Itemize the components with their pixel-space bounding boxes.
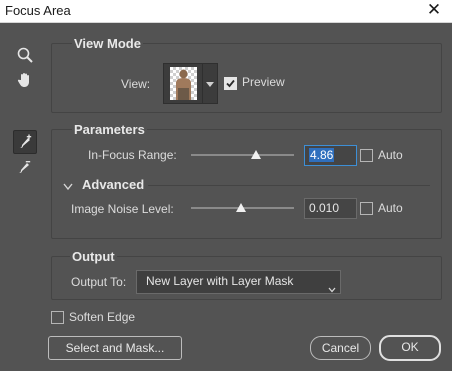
chevron-down-icon [328, 279, 336, 293]
view-mode-dropdown-toggle[interactable] [202, 63, 218, 104]
checkmark-icon [226, 79, 235, 88]
in-focus-range-input[interactable]: 4.86 [304, 145, 357, 166]
output-heading: Output [70, 249, 117, 264]
image-noise-input[interactable]: 0.010 [304, 198, 357, 219]
image-noise-value: 0.010 [309, 201, 340, 215]
preview-label: Preview [242, 75, 285, 89]
soften-edge-checkbox[interactable] [51, 311, 64, 324]
output-to-value: New Layer with Layer Mask [146, 274, 294, 288]
hand-icon[interactable] [14, 69, 36, 91]
view-label: View: [121, 77, 151, 91]
view-mode-heading: View Mode [72, 36, 143, 51]
advanced-heading[interactable]: Advanced [82, 177, 144, 192]
focus-add-brush-icon[interactable] [13, 130, 37, 154]
view-thumbnail-image [170, 67, 197, 100]
in-focus-range-slider-handle[interactable] [251, 150, 261, 159]
preview-checkbox[interactable] [224, 77, 237, 90]
output-to-select[interactable]: New Layer with Layer Mask [136, 270, 341, 294]
cancel-button[interactable]: Cancel [310, 336, 371, 360]
close-icon[interactable]: ✕ [425, 1, 443, 19]
in-focus-range-label: In-Focus Range: [88, 148, 177, 162]
in-focus-auto-label: Auto [378, 148, 403, 162]
zoom-icon[interactable] [14, 44, 36, 66]
image-noise-slider-handle[interactable] [236, 203, 246, 212]
view-thumbnail[interactable] [163, 63, 204, 104]
select-and-mask-button[interactable]: Select and Mask... [48, 336, 182, 360]
advanced-collapse-icon[interactable] [63, 178, 73, 191]
image-noise-level-label: Image Noise Level: [71, 202, 174, 216]
noise-auto-label: Auto [378, 201, 403, 215]
advanced-divider [148, 185, 430, 186]
noise-auto-checkbox[interactable] [360, 202, 373, 215]
ok-button[interactable]: OK [379, 335, 441, 361]
in-focus-range-slider[interactable] [191, 154, 294, 156]
parameters-heading: Parameters [72, 122, 147, 137]
focus-subtract-brush-icon[interactable] [13, 156, 35, 178]
in-focus-auto-checkbox[interactable] [360, 149, 373, 162]
soften-edge-label: Soften Edge [69, 310, 136, 324]
window-title: Focus Area [5, 3, 71, 18]
chevron-down-icon [206, 82, 214, 87]
in-focus-range-value: 4.86 [309, 148, 335, 162]
output-to-label: Output To: [71, 275, 127, 289]
